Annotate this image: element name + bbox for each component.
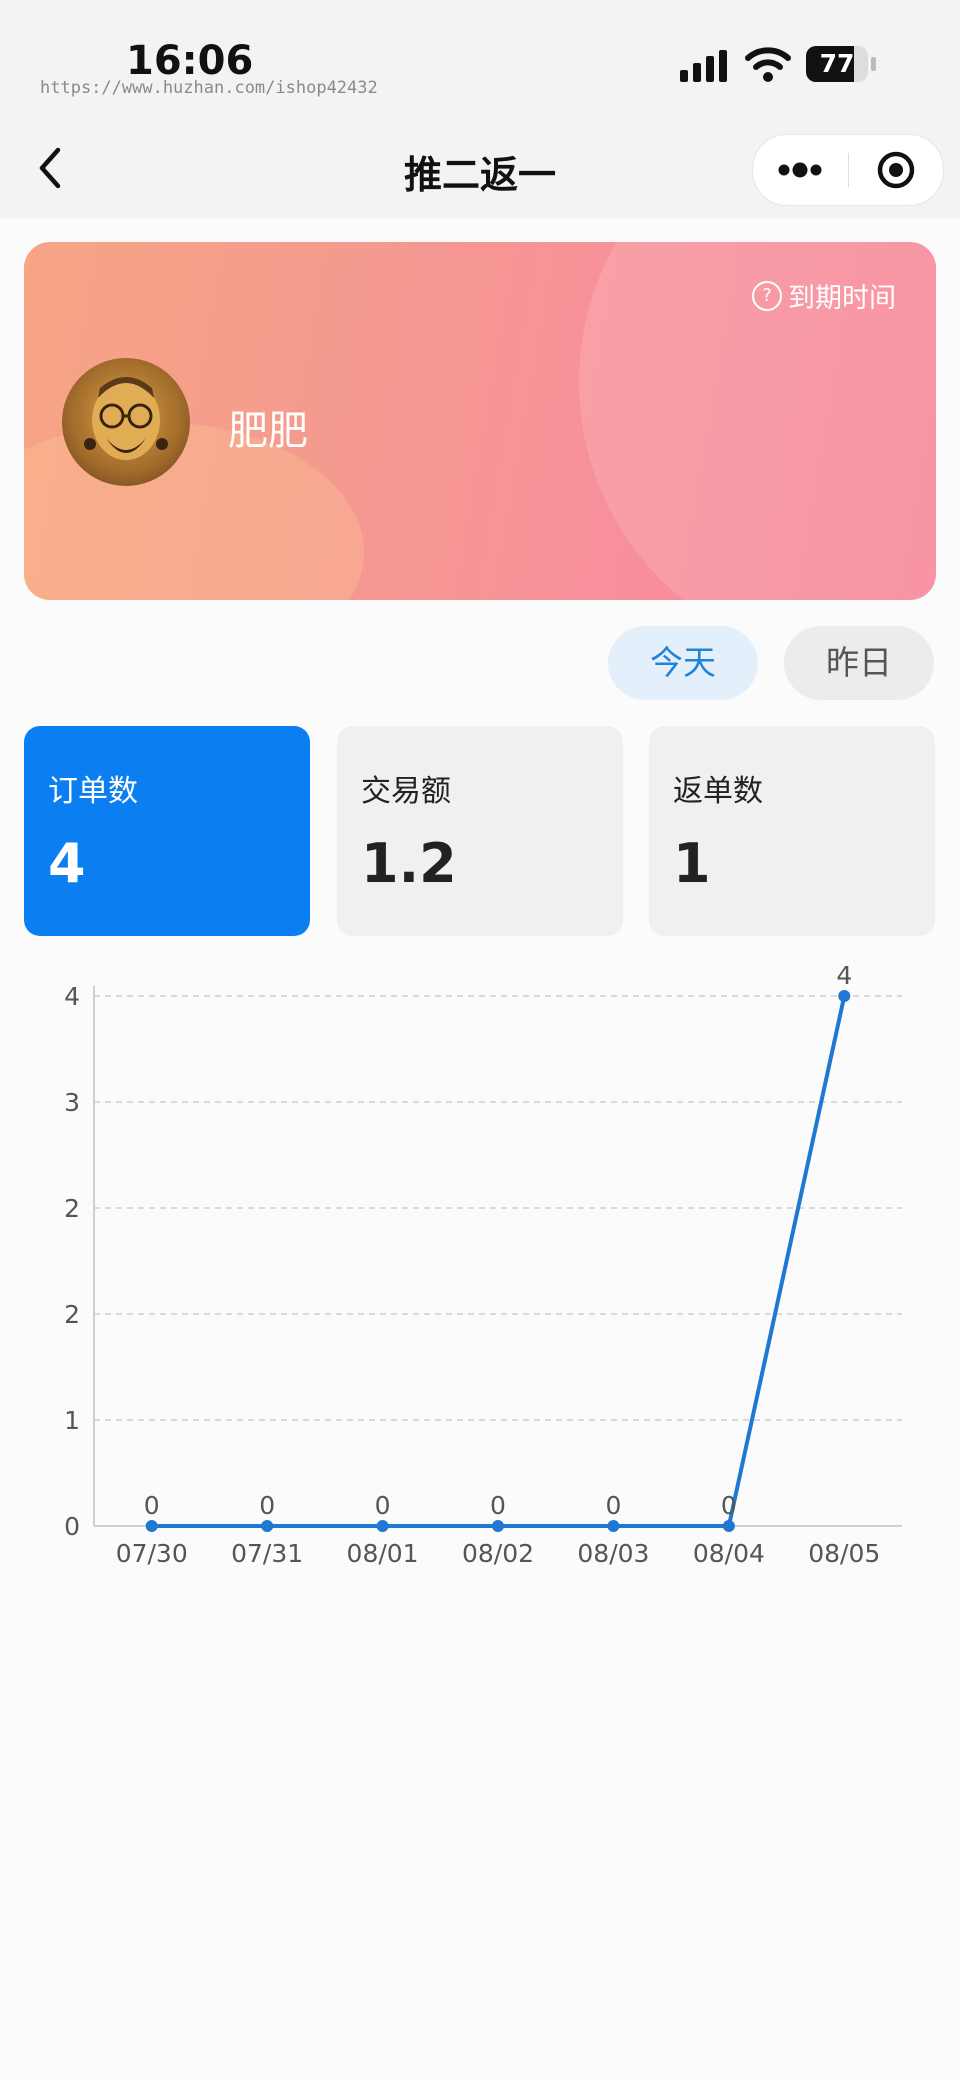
data-point <box>145 1520 158 1532</box>
tab-today[interactable]: 今天 <box>608 626 758 700</box>
x-tick-label: 07/30 <box>116 1539 188 1568</box>
nav-bar: 推二返一 <box>0 120 960 218</box>
data-label: 0 <box>605 1491 621 1520</box>
user-name: 肥肥 <box>228 408 308 454</box>
help-icon: ? <box>752 280 782 311</box>
x-tick-label: 07/31 <box>231 1539 303 1568</box>
data-point <box>838 990 851 1002</box>
data-point <box>722 1520 735 1532</box>
stat-label: 返单数 <box>673 774 763 809</box>
data-label: 0 <box>144 1491 160 1520</box>
status-bar: 16:06 https://www.huzhan.com/ishop42432 … <box>0 0 960 110</box>
signal-icon <box>680 50 727 82</box>
watermark-text: https://www.huzhan.com/ishop42432 <box>40 78 378 98</box>
orders-line-chart: 0 1 2 2 3 4 07/30 07/31 08/01 08/02 08/03 08/04 08/0… <box>0 960 960 1600</box>
profile-card: ? 到期时间 肥肥 <box>24 242 936 600</box>
battery-body: 77 <box>806 46 868 82</box>
x-tick-label: 08/02 <box>462 1539 534 1568</box>
stat-card-returns[interactable]: 返单数 1 <box>649 726 935 936</box>
more-icon[interactable] <box>753 135 847 205</box>
expiry-label: 到期时间 <box>788 283 896 314</box>
y-tick-label: 2 <box>64 1194 80 1223</box>
data-point <box>607 1520 620 1532</box>
stat-card-amount[interactable]: 交易额 1.2 <box>337 726 623 936</box>
avatar[interactable] <box>62 358 190 486</box>
mini-program-capsule <box>752 134 944 206</box>
close-mini-icon[interactable] <box>849 135 943 205</box>
data-label: 0 <box>490 1491 506 1520</box>
stat-value: 4 <box>48 832 86 895</box>
stat-value: 1.2 <box>361 832 457 895</box>
stat-label: 订单数 <box>48 774 138 809</box>
x-tick-label: 08/03 <box>577 1539 649 1568</box>
stat-label: 交易额 <box>361 774 451 809</box>
data-label: 4 <box>836 961 852 990</box>
stat-card-orders[interactable]: 订单数 4 <box>24 726 310 936</box>
y-tick-label: 3 <box>64 1088 80 1117</box>
battery-tip <box>871 57 876 71</box>
x-tick-label: 08/04 <box>693 1539 765 1568</box>
tab-yesterday[interactable]: 昨日 <box>784 626 934 700</box>
stat-value: 1 <box>673 832 711 895</box>
y-tick-label: 0 <box>64 1512 80 1541</box>
wifi-icon <box>745 47 791 82</box>
data-label: 0 <box>721 1491 737 1520</box>
y-tick-label: 1 <box>64 1406 80 1435</box>
expiry-time-link[interactable]: ? 到期时间 <box>752 276 896 315</box>
battery-icon: 77 <box>806 46 876 82</box>
avatar-illustration <box>84 377 168 460</box>
x-tick-label: 08/05 <box>808 1539 880 1568</box>
battery-level: 77 <box>819 49 855 78</box>
data-label: 0 <box>259 1491 275 1520</box>
data-point <box>261 1520 274 1532</box>
y-tick-label: 4 <box>64 982 80 1011</box>
chart-svg: 0 1 2 2 3 4 07/30 07/31 08/01 08/02 08/03 08/04 08/0… <box>64 961 902 1568</box>
data-point <box>492 1520 504 1532</box>
y-tick-label: 2 <box>64 1300 80 1329</box>
data-label: 0 <box>375 1491 391 1520</box>
data-point <box>376 1520 389 1532</box>
x-tick-label: 08/01 <box>347 1539 419 1568</box>
series-line <box>151 995 847 1528</box>
